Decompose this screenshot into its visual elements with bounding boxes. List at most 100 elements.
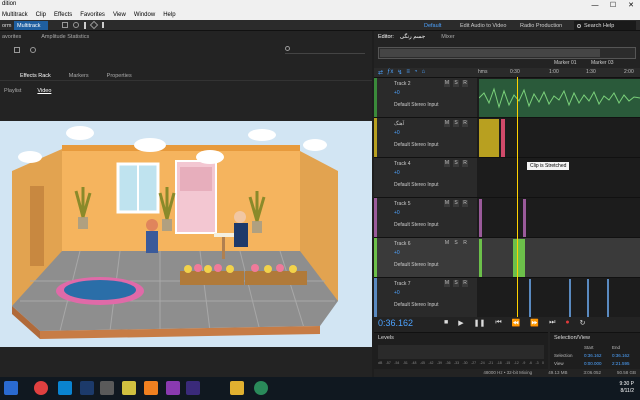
mute-button[interactable]: M	[444, 200, 450, 207]
track-lane[interactable]	[477, 78, 640, 118]
track-input[interactable]: Default Stereo Input	[394, 262, 438, 268]
audio-clip[interactable]	[607, 279, 609, 317]
tab-amplitude-statistics[interactable]: Amplitude Statistics	[41, 34, 89, 44]
record-button[interactable]: R	[462, 120, 468, 127]
workspace-default[interactable]: Default	[424, 21, 441, 30]
marquee-tool-icon[interactable]	[102, 22, 108, 28]
audio-clip[interactable]	[501, 119, 505, 157]
skip-back-icon[interactable]: ⏮	[495, 319, 501, 327]
workspace-edit-audio-video[interactable]: Edit Audio to Video	[460, 21, 506, 30]
app-icon[interactable]	[144, 381, 158, 395]
audio-clip[interactable]	[479, 119, 499, 157]
menu-view[interactable]: View	[113, 12, 126, 18]
track-name[interactable]: Track 6	[394, 241, 410, 247]
system-clock[interactable]: 9:30 P 8/11/2	[620, 381, 634, 395]
panel-search-input[interactable]	[285, 45, 365, 54]
browser-icon[interactable]	[58, 381, 72, 395]
track-input[interactable]: Default Stereo Input	[394, 102, 438, 108]
rewind-icon[interactable]: ⏪	[512, 319, 521, 327]
record-button[interactable]: R	[462, 200, 468, 207]
track-volume[interactable]: +0	[394, 130, 400, 136]
tool-icon[interactable]: ⇄	[378, 69, 383, 76]
track-lane[interactable]	[477, 198, 640, 238]
menu-window[interactable]: Window	[134, 12, 155, 18]
workspace-radio-production[interactable]: Radio Production	[520, 21, 562, 30]
tab-mixer[interactable]: Mixer	[441, 34, 454, 40]
app-icon[interactable]	[100, 381, 114, 395]
view-start[interactable]: 0:00.000	[584, 361, 602, 366]
track-volume[interactable]: +0	[394, 170, 400, 176]
tab-markers[interactable]: Markers	[69, 73, 89, 79]
app-icon[interactable]	[122, 381, 136, 395]
close-button[interactable]: ✕	[622, 0, 640, 10]
track-volume[interactable]: +0	[394, 210, 400, 216]
solo-button[interactable]: S	[453, 160, 459, 167]
volume-icon[interactable]: ◔	[414, 69, 418, 76]
track-name[interactable]: Track 5	[394, 201, 410, 207]
maximize-button[interactable]: ☐	[604, 0, 622, 10]
audio-clip[interactable]	[529, 279, 531, 317]
marker-01[interactable]: Marker 01	[554, 60, 577, 66]
mute-button[interactable]: M	[444, 280, 450, 287]
track-input[interactable]: Default Stereo Input	[394, 222, 438, 228]
audio-clip[interactable]	[523, 199, 526, 237]
track-input[interactable]: Default Stereo Input	[394, 142, 438, 148]
audio-clip[interactable]	[479, 239, 482, 277]
minimize-button[interactable]: —	[586, 0, 604, 10]
onenote-icon[interactable]	[166, 381, 180, 395]
overview-bar[interactable]	[378, 47, 636, 59]
menu-multitrack[interactable]: Multitrack	[2, 12, 28, 18]
track-lane[interactable]	[477, 278, 640, 318]
record-button[interactable]: R	[462, 160, 468, 167]
tab-video[interactable]: Video	[37, 88, 51, 94]
marker-03[interactable]: Marker 03	[591, 60, 614, 66]
solo-button[interactable]: S	[453, 120, 459, 127]
audio-clip[interactable]	[569, 279, 571, 317]
pause-icon[interactable]: ❚❚	[474, 319, 486, 327]
track-name[interactable]: Track 2	[394, 81, 410, 87]
search-help-field[interactable]: Search Help	[574, 21, 636, 30]
record-button[interactable]: R	[462, 240, 468, 247]
fx-icon[interactable]: ƒx	[387, 69, 393, 76]
tab-playlist[interactable]: Playlist	[4, 88, 21, 94]
solo-button[interactable]: S	[453, 240, 459, 247]
panel-settings-icon[interactable]	[30, 47, 36, 53]
track-name[interactable]: آهنگ	[394, 121, 404, 127]
menu-favorites[interactable]: Favorites	[80, 12, 105, 18]
audio-clip[interactable]	[479, 199, 482, 237]
file-explorer-icon[interactable]	[230, 381, 244, 395]
playhead[interactable]	[517, 77, 518, 317]
multitrack-mode-button[interactable]: Multitrack	[14, 21, 48, 30]
audition-icon[interactable]	[186, 381, 200, 395]
track-input[interactable]: Default Stereo Input	[394, 302, 438, 308]
track-name[interactable]: Track 4	[394, 161, 410, 167]
windows-start-icon[interactable]	[4, 381, 18, 395]
audio-clip[interactable]	[478, 79, 640, 117]
track-lane[interactable]	[477, 238, 640, 278]
app-icon[interactable]	[254, 381, 268, 395]
solo-button[interactable]: S	[453, 200, 459, 207]
track-volume[interactable]: +0	[394, 250, 400, 256]
tab-editor[interactable]: Editor:	[378, 34, 394, 40]
sends-icon[interactable]: ↯	[397, 69, 402, 76]
selection-end[interactable]: 0:36.162	[612, 353, 630, 358]
track-name[interactable]: Track 7	[394, 281, 410, 287]
menu-effects[interactable]: Effects	[54, 12, 72, 18]
tab-favorites[interactable]: avorites	[2, 34, 21, 44]
photoshop-icon[interactable]	[80, 381, 94, 395]
tab-effects-rack[interactable]: Effects Rack	[20, 73, 51, 79]
overview-view-range[interactable]	[380, 49, 600, 57]
selection-start[interactable]: 0:36.162	[584, 353, 602, 358]
view-end[interactable]: 2:21.595	[612, 361, 630, 366]
eq-icon[interactable]: ≡	[406, 69, 410, 76]
track-input[interactable]: Default Stereo Input	[394, 182, 438, 188]
mute-button[interactable]: M	[444, 120, 450, 127]
mute-button[interactable]: M	[444, 240, 450, 247]
track-volume[interactable]: +0	[394, 90, 400, 96]
mute-button[interactable]: M	[444, 160, 450, 167]
opera-icon[interactable]	[34, 381, 48, 395]
panel-tool-icon[interactable]	[14, 47, 20, 53]
tab-properties[interactable]: Properties	[107, 73, 132, 79]
loop-icon[interactable]: ↻	[580, 319, 586, 327]
mute-button[interactable]: M	[444, 80, 450, 87]
